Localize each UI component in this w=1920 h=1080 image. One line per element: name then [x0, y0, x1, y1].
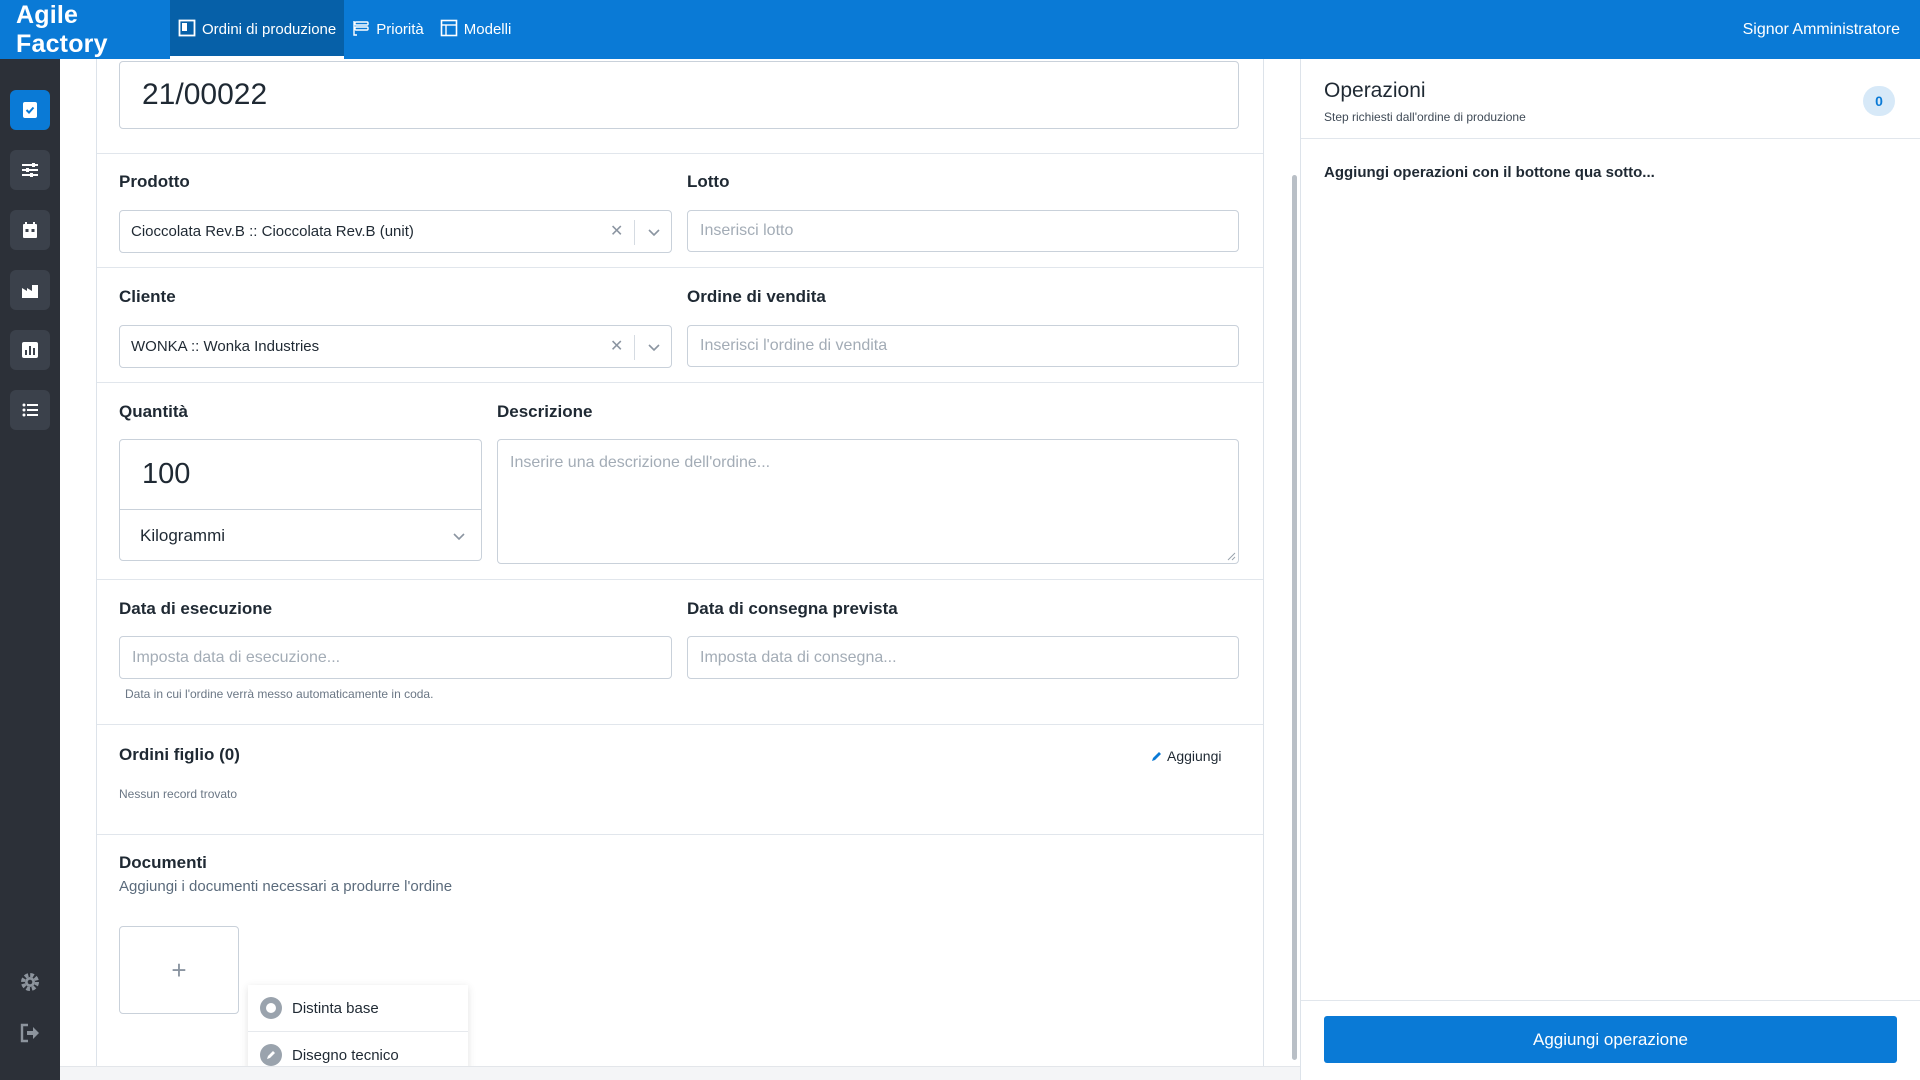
menu-item-label: Distinta base — [292, 999, 379, 1017]
quantity-value: 100 — [142, 458, 191, 490]
quantity-group: 100 Kilogrammi — [119, 439, 482, 561]
lot-placeholder: Inserisci lotto — [700, 222, 794, 239]
divider — [97, 267, 1263, 268]
select-divider — [634, 335, 635, 360]
pen-icon — [260, 1044, 282, 1066]
tab-models[interactable]: Modelli — [432, 0, 520, 59]
vertical-scrollbar[interactable] — [1292, 175, 1297, 1060]
tab-label: Ordini di produzione — [202, 21, 337, 38]
add-child-order-button[interactable]: Aggiungi — [1151, 748, 1222, 764]
documents-label: Documenti — [119, 853, 207, 872]
delivery-date-label: Data di consegna prevista — [687, 599, 898, 618]
sliders-icon[interactable] — [10, 150, 50, 190]
unit-value: Kilogrammi — [140, 525, 226, 545]
child-orders-label: Ordini figlio (0) — [119, 745, 240, 764]
exec-date-label: Data di esecuzione — [119, 599, 273, 618]
plus-icon: + — [171, 954, 187, 985]
menu-item-label: Disegno tecnico — [292, 1046, 399, 1064]
description-textarea[interactable]: Inserire una descrizione dell'ordine... — [497, 439, 1239, 564]
divider — [97, 579, 1263, 580]
factory-icon[interactable] — [10, 270, 50, 310]
chevron-down-icon[interactable] — [647, 340, 661, 354]
exec-date-help: Data in cui l'ordine verrà messo automat… — [125, 687, 434, 701]
priority-icon — [352, 19, 370, 41]
unit-select[interactable]: Kilogrammi — [120, 511, 481, 560]
user-menu[interactable]: Signor Amministratore — [1743, 21, 1920, 39]
order-form: 21/00022 Prodotto Cioccolata Rev.B :: Ci… — [96, 59, 1264, 1067]
pencil-icon — [1152, 752, 1161, 761]
lot-input[interactable]: Inserisci lotto — [687, 210, 1239, 252]
add-child-order-label: Aggiungi — [1167, 748, 1222, 764]
report-icon[interactable] — [10, 330, 50, 370]
order-number-field[interactable]: 21/00022 — [119, 61, 1239, 129]
sales-order-input[interactable]: Inserisci l'ordine di vendita — [687, 325, 1239, 367]
description-label: Descrizione — [497, 402, 593, 421]
horizontal-scrollbar[interactable] — [60, 1066, 1300, 1080]
quantity-input[interactable]: 100 — [120, 440, 481, 510]
gear-icon[interactable] — [16, 968, 44, 996]
order-number: 21/00022 — [142, 78, 268, 111]
operations-subtitle: Step richiesti dall'ordine di produzione — [1324, 110, 1526, 124]
description-placeholder: Inserire una descrizione dell'ordine... — [510, 454, 771, 471]
delivery-date-placeholder: Imposta data di consegna... — [700, 648, 897, 666]
chevron-down-icon[interactable] — [452, 529, 466, 543]
divider — [97, 834, 1263, 835]
product-value: Cioccolata Rev.B :: Cioccolata Rev.B (un… — [131, 223, 414, 240]
clear-icon[interactable]: ✕ — [610, 336, 623, 356]
calendar-icon[interactable] — [10, 210, 50, 250]
divider — [97, 382, 1263, 383]
tab-production-orders[interactable]: Ordini di produzione — [170, 0, 345, 59]
add-operation-button[interactable]: Aggiungi operazione — [1324, 1016, 1897, 1063]
circle-icon — [260, 997, 282, 1019]
operations-panel: Operazioni Step richiesti dall'ordine di… — [1300, 59, 1920, 1080]
product-select[interactable]: Cioccolata Rev.B :: Cioccolata Rev.B (un… — [119, 210, 672, 253]
sales-order-label: Ordine di vendita — [687, 287, 826, 306]
documents-subtitle: Aggiungi i documenti necessari a produrr… — [119, 878, 453, 895]
customer-label: Cliente — [119, 287, 176, 306]
exec-date-input[interactable]: Imposta data di esecuzione... — [119, 636, 672, 679]
operations-count-badge: 0 — [1863, 86, 1895, 116]
menu-item-bom[interactable]: Distinta base — [248, 985, 468, 1031]
clear-icon[interactable]: ✕ — [610, 221, 623, 241]
sales-order-placeholder: Inserisci l'ordine di vendita — [700, 337, 888, 354]
lot-label: Lotto — [687, 172, 730, 191]
divider — [1301, 138, 1920, 139]
list-icon[interactable] — [10, 390, 50, 430]
operations-title: Operazioni — [1324, 79, 1426, 102]
logout-icon[interactable] — [16, 1019, 44, 1047]
child-orders-empty: Nessun record trovato — [119, 787, 238, 801]
tab-label: Modelli — [463, 21, 512, 38]
customer-value: WONKA :: Wonka Industries — [131, 338, 320, 355]
tab-label: Priorità — [376, 21, 424, 38]
quantity-label: Quantità — [119, 402, 188, 421]
tab-priority[interactable]: Priorità — [344, 0, 432, 59]
add-document-button[interactable]: + — [119, 926, 239, 1014]
exec-date-placeholder: Imposta data di esecuzione... — [132, 648, 341, 666]
delivery-date-input[interactable]: Imposta data di consegna... — [687, 636, 1239, 679]
chevron-down-icon[interactable] — [647, 225, 661, 239]
customer-select[interactable]: WONKA :: Wonka Industries ✕ — [119, 325, 672, 368]
orders-icon[interactable] — [10, 90, 50, 130]
sidebar — [0, 59, 60, 1080]
select-divider — [634, 220, 635, 245]
models-icon — [440, 19, 458, 41]
resize-handle-icon[interactable] — [1226, 551, 1236, 561]
divider — [97, 153, 1263, 154]
divider — [97, 724, 1263, 725]
operations-empty-text: Aggiungi operazioni con il bottone qua s… — [1324, 164, 1655, 181]
app-brand[interactable]: Agile Factory — [0, 1, 170, 59]
product-label: Prodotto — [119, 172, 190, 191]
divider — [1301, 1000, 1920, 1001]
top-bar: Agile Factory Ordini di produzione Prior… — [0, 0, 1920, 59]
board-icon — [178, 19, 196, 41]
